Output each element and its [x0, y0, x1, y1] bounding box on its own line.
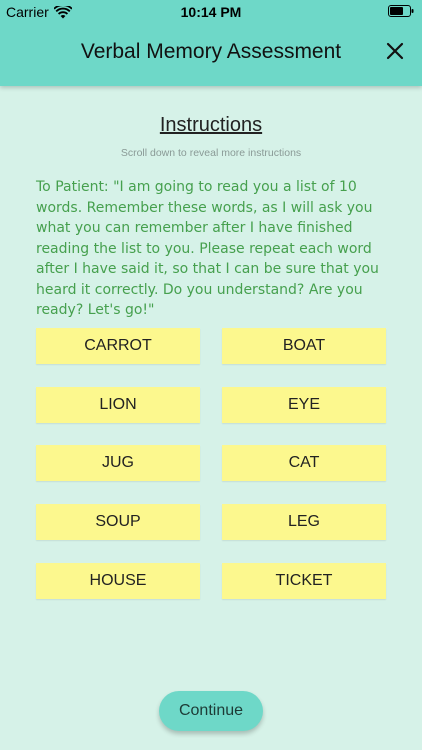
word-tile: CAT: [222, 445, 386, 481]
clock: 10:14 PM: [180, 4, 242, 20]
word-tile: SOUP: [36, 504, 200, 540]
word-tile: LEG: [222, 504, 386, 540]
scroll-hint: Scroll down to reveal more instructions: [120, 147, 302, 159]
word-tile: JUG: [36, 445, 200, 481]
word-tile: TICKET: [222, 563, 386, 599]
close-icon: [386, 42, 404, 60]
page-title: Verbal Memory Assessment: [80, 40, 342, 63]
continue-button[interactable]: Continue: [159, 691, 263, 731]
word-tile: BOAT: [222, 328, 386, 364]
close-button[interactable]: [380, 36, 410, 66]
word-tile: CARROT: [36, 328, 200, 364]
patient-instructions: To Patient: "I am going to read you a li…: [36, 179, 379, 318]
word-tile: HOUSE: [36, 563, 200, 599]
word-tile: EYE: [222, 387, 386, 423]
status-bar: Carrier 10:14 PM: [0, 0, 422, 24]
instructions-heading: Instructions: [159, 114, 263, 136]
top-bar: Carrier 10:14 PM Verbal Memory Assessmen…: [0, 0, 422, 86]
word-tile: LION: [36, 387, 200, 423]
battery-icon: [388, 5, 414, 17]
